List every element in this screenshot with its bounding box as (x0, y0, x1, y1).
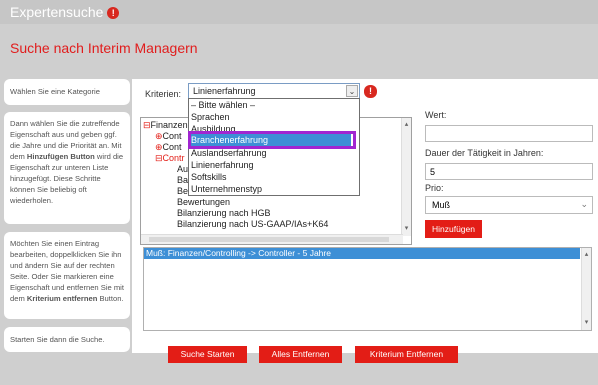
step3-panel: Möchten Sie einen Eintrag bearbeiten, do… (4, 232, 130, 319)
step1-panel: Wählen Sie eine Kategorie (4, 79, 130, 105)
search-start-button[interactable]: Suche Starten (168, 346, 247, 363)
remove-all-button[interactable]: Alles Entfernen (259, 346, 342, 363)
info-icon[interactable]: ! (107, 7, 120, 20)
chevron-down-icon[interactable]: ⌄ (346, 85, 358, 97)
tree-item-fragment[interactable]: ⊕Cont (155, 131, 182, 142)
list-scrollbar[interactable]: ▴ ▾ (581, 248, 591, 330)
subheading: Suche nach Interim Managern (10, 40, 198, 56)
step3-bold: Kriterium entfernen (26, 294, 98, 303)
kriterien-label: Kriterien: (145, 89, 182, 99)
tree-item-controlling[interactable]: ⊟Contr (155, 153, 185, 164)
step2-panel: Dann wählen Sie die zutreffende Eigensch… (4, 112, 130, 224)
remove-criterion-button[interactable]: Kriterium Entfernen (355, 346, 458, 363)
chevron-down-icon[interactable]: ⌄ (580, 199, 588, 210)
dropdown-option[interactable]: Linienerfahrung (191, 160, 254, 170)
kriterien-info[interactable]: ! (364, 83, 377, 101)
expand-icon[interactable]: ⊕ (155, 131, 163, 141)
kriterien-select[interactable]: Linienerfahrung ⌄ (188, 83, 360, 99)
dropdown-option[interactable]: Softskills (191, 172, 227, 182)
info-icon[interactable]: ! (364, 85, 377, 99)
collapse-icon[interactable]: ⊟ (143, 120, 151, 130)
page-title-text: Expertensuche (10, 4, 104, 20)
dropdown-option[interactable]: Unternehmenstyp (191, 184, 262, 194)
step3-text-b: Button. (97, 294, 124, 303)
prio-value: Muß (432, 200, 450, 210)
expand-icon[interactable]: ⊕ (155, 142, 163, 152)
selected-criteria-row[interactable]: Muß: Finanzen/Controlling -> Controller … (144, 248, 580, 259)
dropdown-option[interactable]: Auslandserfahrung (191, 148, 267, 158)
wert-label: Wert: (425, 110, 447, 120)
prio-label: Prio: (425, 183, 444, 193)
tree-item[interactable]: Bilanzierung nach HGB (177, 208, 271, 218)
dauer-label: Dauer der Tätigkeit in Jahren: (425, 148, 544, 158)
dropdown-option[interactable]: Sprachen (191, 112, 230, 122)
tree-item-fragment[interactable]: ⊕Cont (155, 142, 182, 153)
scroll-down-icon[interactable]: ▾ (402, 224, 411, 232)
step4-text: Starten Sie dann die Suche. (10, 335, 105, 344)
tree-item-finanzen[interactable]: ⊟Finanzen (143, 120, 188, 131)
tree-hscroll-thumb[interactable] (149, 237, 389, 242)
tree-scrollbar[interactable]: ▴ ▾ (401, 118, 411, 236)
step4-panel: Starten Sie dann die Suche. (4, 327, 130, 352)
step2-bold: Hinzufügen Button (26, 152, 95, 161)
collapse-icon[interactable]: ⊟ (155, 153, 163, 163)
tree-item[interactable]: Bilanzierung nach US-GAAP/IAs+K64 (177, 219, 328, 229)
tree-hscrollbar[interactable] (141, 234, 403, 244)
wert-input[interactable] (425, 125, 593, 142)
page-title: Expertensuche ! (10, 4, 120, 20)
dauer-value: 5 (430, 167, 436, 177)
step1-text: Wählen Sie eine Kategorie (10, 87, 100, 96)
prio-select[interactable]: Muß ⌄ (425, 196, 593, 214)
scroll-up-icon[interactable]: ▴ (402, 120, 411, 128)
kriterien-selected-value: Linienerfahrung (193, 86, 256, 96)
dropdown-option[interactable]: – Bitte wählen – (191, 100, 255, 110)
dauer-input[interactable]: 5 (425, 163, 593, 180)
selected-criteria-list[interactable]: Muß: Finanzen/Controlling -> Controller … (143, 247, 592, 331)
scroll-up-icon[interactable]: ▴ (582, 250, 591, 258)
add-button[interactable]: Hinzufügen (425, 220, 482, 238)
tree-item[interactable]: Bewertungen (177, 197, 230, 207)
scroll-down-icon[interactable]: ▾ (582, 318, 591, 326)
focus-outline (188, 131, 356, 149)
